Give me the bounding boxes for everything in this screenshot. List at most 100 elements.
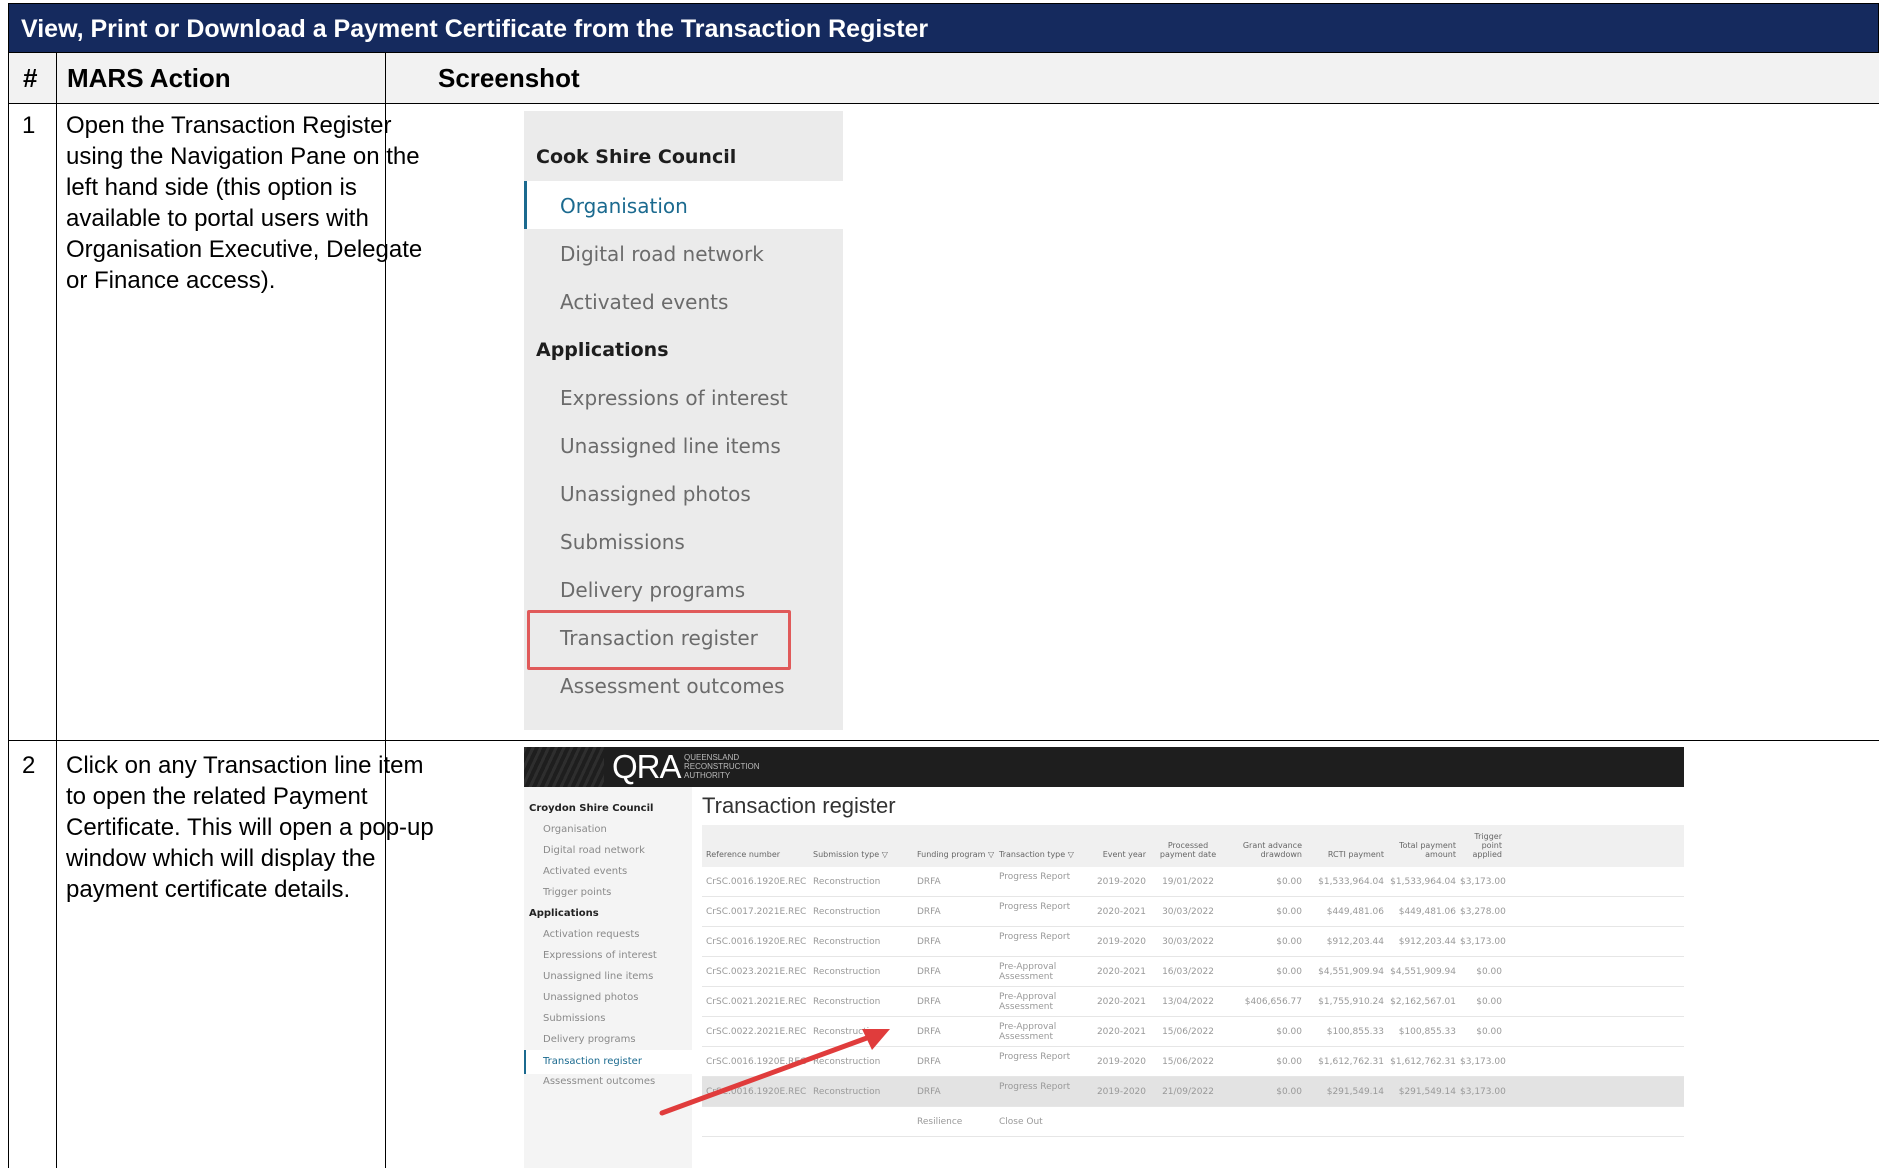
table-cell: DRFA [917,877,941,887]
table-cell: $3,173.00 [1460,1057,1506,1067]
table-row[interactable]: CrSC.0016.1920E.REC Reconstruction DRFA Pro… [702,867,1684,897]
table-cell: CrSC.0022.2021E.REC [706,1027,807,1037]
nav-item-digital-road-network[interactable]: Digital road network [560,242,764,266]
column-header[interactable]: Submission type ▽ [813,850,913,859]
table-row[interactable]: CrSC.0021.2021E.REC Reconstruction DRFA Pre… [702,987,1684,1017]
table-cell: $449,481.06 [1326,907,1384,917]
logo-sub-line: RECONSTRUCTION [684,762,760,771]
table-cell: Reconstruction [813,937,881,947]
sidebar-section-applications: Applications [529,908,599,919]
step-text: Click on any Transaction line item to op… [66,752,434,903]
nav-item-delivery-programs[interactable]: Delivery programs [560,578,745,602]
table-cell: $3,173.00 [1460,937,1506,947]
table-cell: Pre-Approval Assessment [999,962,1057,982]
sidebar-item-trigger-points[interactable]: Trigger points [543,887,611,898]
nav-item-unassigned-line-items[interactable]: Unassigned line items [560,434,781,458]
table-cell: Progress Report [999,1052,1071,1062]
column-header[interactable]: Transaction type ▽ [999,850,1084,859]
table-cell: $1,533,964.04 [1390,877,1456,887]
table-cell: 2020-2021 [1096,997,1146,1007]
table-row[interactable]: CrSC.0016.1920E.REC Reconstruction DRFA Pro… [702,927,1684,957]
table-cell: Reconstruction [813,907,881,917]
column-header[interactable]: Processed payment date [1149,841,1227,859]
highlight-box [527,610,791,670]
table-cell: $0.00 [1276,937,1302,947]
nav-item-submissions[interactable]: Submissions [560,530,685,554]
table-cell: Progress Report [999,1082,1071,1092]
table-cell: $0.00 [1476,967,1502,977]
table-row[interactable]: Resilience Close Out [702,1107,1684,1137]
sidebar-item-unassigned-line-items[interactable]: Unassigned line items [543,971,653,982]
document: View, Print or Download a Payment Certif… [0,0,1879,1168]
sidebar-item-organisation[interactable]: Organisation [543,824,607,835]
nav-item-assessment-outcomes[interactable]: Assessment outcomes [560,674,785,698]
column-header[interactable]: Reference number [706,850,806,859]
table-cell: $0.00 [1476,997,1502,1007]
navigation-pane-screenshot: Cook Shire Council Organisation Digital … [524,111,843,730]
sidebar-item-submissions[interactable]: Submissions [543,1013,605,1024]
document-title: View, Print or Download a Payment Certif… [8,3,1879,53]
table-cell: $0.00 [1476,1027,1502,1037]
sidebar-item-activation-requests[interactable]: Activation requests [543,929,639,940]
table-cell: CrSC.0016.1920E.REC [706,877,807,887]
sidebar-item-unassigned-photos[interactable]: Unassigned photos [543,992,638,1003]
table-row[interactable]: CrSC.0016.1920E.REC Reconstruction DRFA Pro… [702,1077,1684,1107]
table-cell: DRFA [917,997,941,1007]
sidebar-item-delivery-programs[interactable]: Delivery programs [543,1034,636,1045]
sidebar-item-assessment-outcomes[interactable]: Assessment outcomes [543,1076,655,1087]
column-header[interactable]: Event year [1088,850,1146,859]
table-row[interactable]: CrSC.0023.2021E.REC Reconstruction DRFA Pre… [702,957,1684,987]
table-cell: CrSC.0017.2021E.REC [706,907,807,917]
header-num-cell: # [9,53,56,103]
table-cell: $291,549.14 [1398,1087,1456,1097]
header-action-cell: MARS Action [57,53,385,103]
table-cell: $0.00 [1276,1087,1302,1097]
table-cell: 2019-2020 [1096,1057,1146,1067]
page-title: Transaction register [702,793,896,818]
nav-org-name: Cook Shire Council [536,146,737,168]
table-cell: 30/03/2022 [1162,907,1214,917]
nav-item-expressions-of-interest[interactable]: Expressions of interest [560,386,788,410]
qra-logo: QRA [612,748,682,785]
table-cell: 2019-2020 [1096,877,1146,887]
table-row[interactable]: CrSC.0016.1920E.REC Reconstruction DRFA Pro… [702,1047,1684,1077]
transaction-register-screenshot: QRA QUEENSLAND RECONSTRUCTION AUTHORITY … [524,747,1684,1168]
table-cell: $0.00 [1276,907,1302,917]
table-cell: 16/03/2022 [1162,967,1214,977]
column-header[interactable]: Total payment amount [1390,841,1456,859]
qra-logo-subtitle: QUEENSLAND RECONSTRUCTION AUTHORITY [684,753,760,780]
sidebar-item-expressions-of-interest[interactable]: Expressions of interest [543,950,657,961]
sidebar-org-name: Croydon Shire Council [529,803,654,814]
table-cell: 2020-2021 [1096,967,1146,977]
table-cell: $3,173.00 [1460,1087,1506,1097]
nav-item-label: Organisation [560,194,688,218]
nav-item-activated-events[interactable]: Activated events [560,290,728,314]
table-row[interactable]: CrSC.0022.2021E.REC Reconstruction DRFA Pre… [702,1017,1684,1047]
table-border [8,740,1879,741]
table-cell: 19/01/2022 [1162,877,1214,887]
table-cell: 15/06/2022 [1162,1027,1214,1037]
logo-sub-line: AUTHORITY [684,771,731,780]
table-cell: $2,162,567.01 [1390,997,1456,1007]
table-cell: DRFA [917,1057,941,1067]
sidebar-item-digital-road-network[interactable]: Digital road network [543,845,645,856]
column-header[interactable]: RCTI payment [1314,850,1384,859]
table-cell: Reconstruction [813,877,881,887]
table-cell: $449,481.06 [1398,907,1456,917]
table-cell: 2020-2021 [1096,1027,1146,1037]
table-cell: 2019-2020 [1096,937,1146,947]
column-header[interactable]: Trigger point applied [1460,832,1502,859]
column-header[interactable]: Funding program ▽ [917,850,995,859]
table-cell: $4,551,909.94 [1318,967,1384,977]
table-cell: $912,203.44 [1398,937,1456,947]
table-cell: Reconstruction [813,1027,881,1037]
table-cell: Pre-Approval Assessment [999,992,1057,1012]
table-cell: Reconstruction [813,967,881,977]
sidebar-item-activated-events[interactable]: Activated events [543,866,627,877]
nav-item-unassigned-photos[interactable]: Unassigned photos [560,482,751,506]
nav-item-organisation[interactable]: Organisation [524,181,843,229]
column-header[interactable]: Grant advance drawdown [1232,841,1302,859]
sidebar-item-transaction-register[interactable]: Transaction register [524,1050,692,1074]
table-row[interactable]: CrSC.0017.2021E.REC Reconstruction DRFA Pro… [702,897,1684,927]
table-cell: $912,203.44 [1326,937,1384,947]
